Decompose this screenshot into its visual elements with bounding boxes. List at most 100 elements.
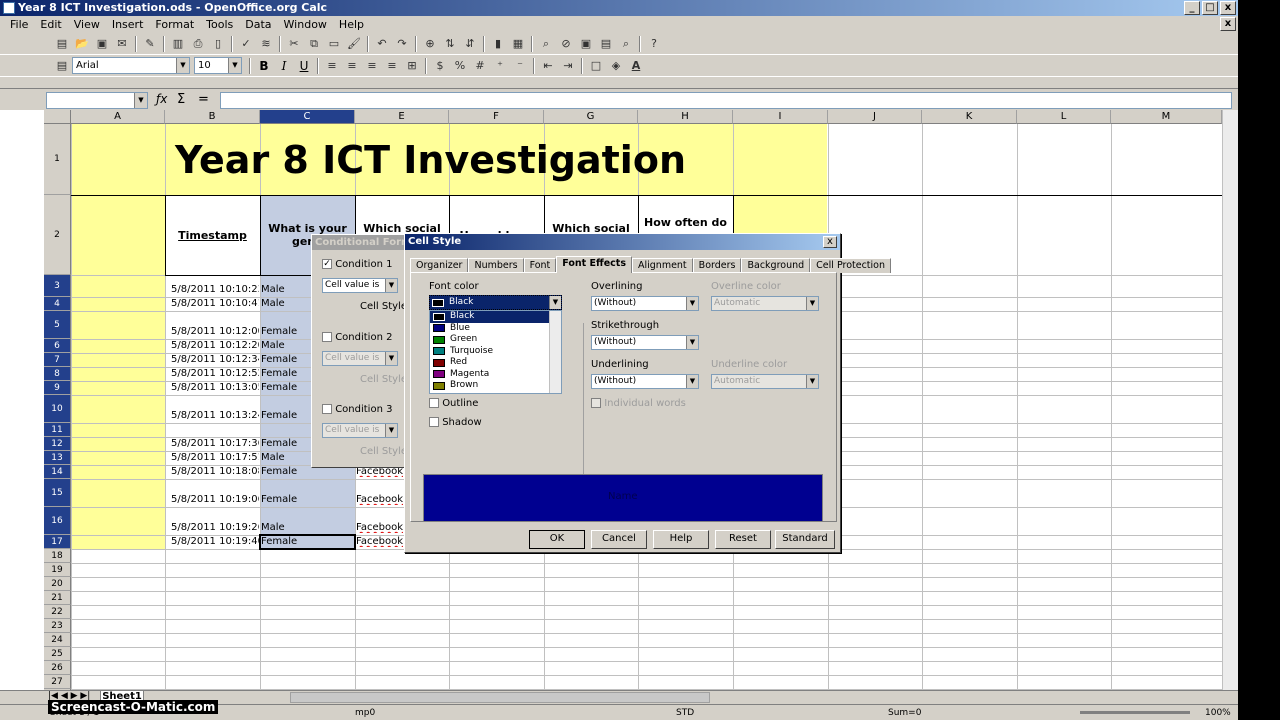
row-header-11[interactable]: 11	[44, 423, 71, 437]
color-option-black[interactable]: Black	[430, 311, 561, 323]
row-header-20[interactable]: 20	[44, 577, 71, 591]
color-option-green[interactable]: Green	[430, 334, 561, 346]
navigator-icon[interactable]: ⊘	[558, 36, 574, 52]
chevron-down-icon[interactable]: ▼	[134, 93, 147, 108]
justify-icon[interactable]: ≡	[384, 58, 400, 74]
condition2-checkbox[interactable]	[322, 332, 332, 342]
menu-tools[interactable]: Tools	[200, 16, 239, 33]
align-center-icon[interactable]: ≡	[344, 58, 360, 74]
minimize-button[interactable]: _	[1184, 1, 1200, 15]
timestamp-cell[interactable]: 5/8/2011 10:13:05	[171, 382, 259, 393]
print-icon[interactable]: ⎙	[190, 36, 206, 52]
number-format-icon[interactable]: #	[472, 58, 488, 74]
font-color-icon[interactable]: A	[628, 58, 644, 74]
chevron-down-icon[interactable]: ▼	[549, 296, 561, 309]
increase-indent-icon[interactable]: ⇥	[560, 58, 576, 74]
condition3-operator[interactable]: Cell value is ▼	[322, 423, 398, 438]
gallery-icon[interactable]: ▣	[578, 36, 594, 52]
chevron-down-icon[interactable]: ▼	[806, 375, 818, 388]
color-option-brown[interactable]: Brown	[430, 380, 561, 392]
tab-cell-protection[interactable]: Cell Protection	[810, 258, 892, 273]
column-header-f[interactable]: F	[449, 110, 544, 124]
help-button[interactable]: Help	[653, 530, 709, 549]
condition2-operator[interactable]: Cell value is ▼	[322, 351, 398, 366]
find-icon[interactable]: ⌕	[538, 36, 554, 52]
align-right-icon[interactable]: ≡	[364, 58, 380, 74]
column-header-e[interactable]: E	[355, 110, 449, 124]
timestamp-cell[interactable]: 5/8/2011 10:17:51	[171, 452, 259, 463]
bold-button[interactable]: B	[255, 58, 273, 74]
row-header-14[interactable]: 14	[44, 465, 71, 479]
datasources-icon[interactable]: ▤	[598, 36, 614, 52]
overlining-combo[interactable]: (Without) ▼	[591, 296, 699, 311]
color-option-blue[interactable]: Blue	[430, 323, 561, 335]
chart-icon[interactable]: ▮	[490, 36, 506, 52]
row-header-6[interactable]: 6	[44, 339, 71, 353]
timestamp-cell[interactable]: 5/8/2011 10:12:52	[171, 368, 259, 379]
add-decimal-icon[interactable]: ⁺	[492, 58, 508, 74]
timestamp-cell[interactable]: 5/8/2011 10:12:34	[171, 354, 259, 365]
merge-cells-icon[interactable]: ⊞	[404, 58, 420, 74]
gender-cell[interactable]: Female	[261, 494, 353, 505]
italic-button[interactable]: I	[275, 58, 293, 74]
reset-button[interactable]: Reset	[715, 530, 771, 549]
close-button[interactable]: x	[1220, 1, 1236, 15]
row-header-9[interactable]: 9	[44, 381, 71, 395]
zoom-icon[interactable]: ⌕	[618, 36, 634, 52]
row-header-15[interactable]: 15	[44, 479, 71, 507]
timestamp-cell[interactable]: 5/8/2011 10:18:08	[171, 466, 259, 477]
color-option-turquoise[interactable]: Turquoise	[430, 346, 561, 358]
row-header-7[interactable]: 7	[44, 353, 71, 367]
borders-icon[interactable]: □	[588, 58, 604, 74]
delete-decimal-icon[interactable]: ⁻	[512, 58, 528, 74]
dialog-close-button[interactable]: x	[823, 236, 837, 248]
menu-edit[interactable]: Edit	[34, 16, 67, 33]
condition1-operator[interactable]: Cell value is ▼	[322, 278, 398, 293]
underline-color-combo[interactable]: Automatic ▼	[711, 374, 819, 389]
percent-icon[interactable]: %	[452, 58, 468, 74]
column-header-a[interactable]: A	[71, 110, 165, 124]
save-icon[interactable]: ▣	[94, 36, 110, 52]
ok-button[interactable]: OK	[529, 530, 585, 549]
formula-input[interactable]	[220, 92, 1232, 109]
overline-color-combo[interactable]: Automatic ▼	[711, 296, 819, 311]
menu-file[interactable]: File	[4, 16, 34, 33]
row-header-24[interactable]: 24	[44, 633, 71, 647]
function-wizard-icon[interactable]: ƒx	[156, 92, 167, 106]
horizontal-scrollbar[interactable]	[290, 692, 710, 703]
edit-file-icon[interactable]: ✎	[142, 36, 158, 52]
font-color-list[interactable]: Black Blue Green Turquoise Red Magenta Brown	[429, 310, 562, 394]
tab-numbers[interactable]: Numbers	[468, 258, 524, 273]
color-option-red[interactable]: Red	[430, 357, 561, 369]
help-icon[interactable]: ?	[646, 36, 662, 52]
font-name-combo[interactable]: Arial ▼	[72, 57, 190, 74]
redo-icon[interactable]: ↷	[394, 36, 410, 52]
underlining-combo[interactable]: (Without) ▼	[591, 374, 699, 389]
menu-view[interactable]: View	[68, 16, 106, 33]
color-option-magenta[interactable]: Magenta	[430, 369, 561, 381]
background-color-icon[interactable]: ◈	[608, 58, 624, 74]
sort-descending-icon[interactable]: ⇵	[462, 36, 478, 52]
timestamp-cell[interactable]: 5/8/2011 10:19:26	[171, 522, 259, 533]
menu-window[interactable]: Window	[278, 16, 333, 33]
hyperlink-icon[interactable]: ⊕	[422, 36, 438, 52]
column-header-j[interactable]: J	[828, 110, 922, 124]
status-zoom[interactable]: 100%	[1205, 705, 1231, 720]
status-mode[interactable]: STD	[676, 705, 694, 720]
cancel-button[interactable]: Cancel	[591, 530, 647, 549]
tab-alignment[interactable]: Alignment	[631, 258, 693, 273]
timestamp-cell[interactable]: 5/8/2011 10:19:06	[171, 494, 259, 505]
spellcheck-icon[interactable]: ✓	[238, 36, 254, 52]
tab-font[interactable]: Font	[523, 258, 557, 273]
column-header-c[interactable]: C	[260, 110, 355, 124]
row-header-22[interactable]: 22	[44, 605, 71, 619]
condition1-checkbox[interactable]: ✓	[322, 259, 332, 269]
column-header-h[interactable]: H	[638, 110, 733, 124]
row-header-18[interactable]: 18	[44, 549, 71, 563]
row-header-5[interactable]: 5	[44, 311, 71, 339]
row-header-8[interactable]: 8	[44, 367, 71, 381]
row-header-1[interactable]: 1	[44, 124, 71, 195]
timestamp-cell[interactable]: 5/8/2011 10:17:36	[171, 438, 259, 449]
color-list-scrollbar[interactable]	[549, 311, 561, 393]
column-header-l[interactable]: L	[1017, 110, 1111, 124]
